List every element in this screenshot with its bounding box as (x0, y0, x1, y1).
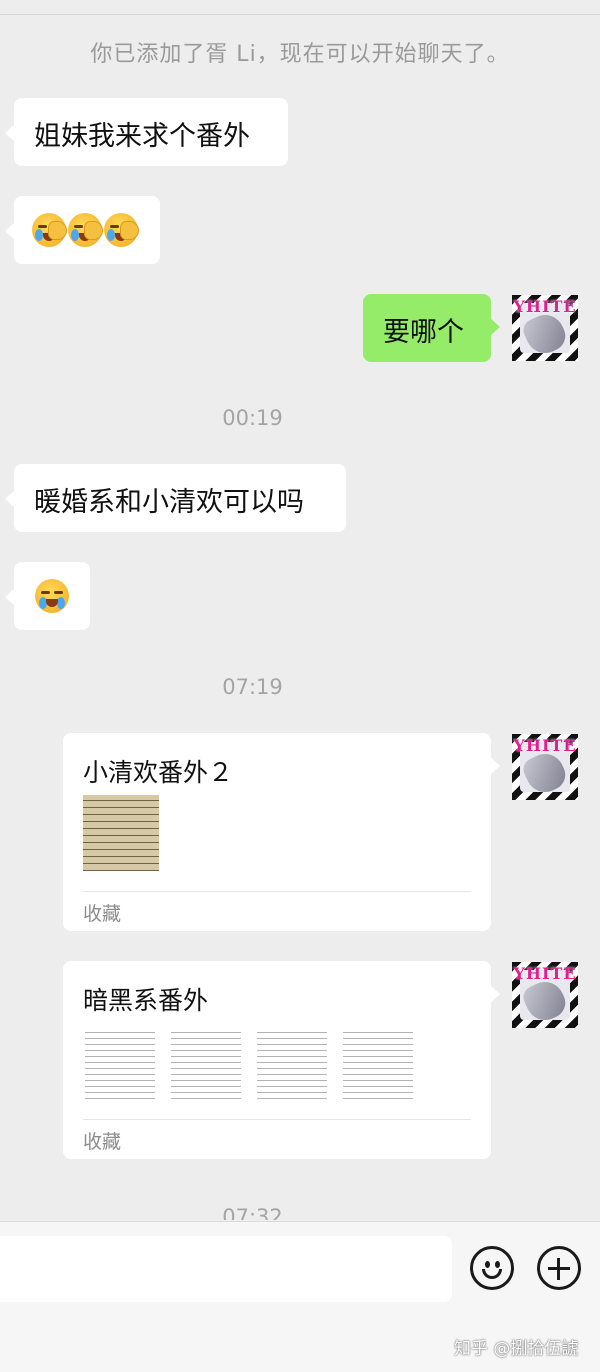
card-title: 暗黑系番外 (83, 986, 209, 1015)
card-source-label: 收藏 (83, 903, 122, 925)
timestamp: 07:19 (222, 675, 283, 699)
favorite-card-message[interactable]: 暗黑系番外 收藏 (63, 961, 500, 1159)
avatar[interactable]: YHITE (512, 962, 578, 1028)
card-thumbnail-image (171, 1027, 241, 1099)
more-button[interactable] (537, 1246, 581, 1290)
face-palm-crying-emoji-icon (68, 213, 103, 247)
message-bubble-outgoing[interactable]: 要哪个 (363, 294, 500, 362)
card-thumbnail-image (257, 1027, 327, 1099)
message-text: 姐妹我来求个番外 (34, 121, 250, 152)
face-palm-crying-emoji-icon (104, 213, 139, 247)
loudly-crying-emoji-icon (35, 579, 69, 613)
top-divider (0, 0, 600, 15)
message-bubble-emoji[interactable] (5, 562, 90, 630)
timestamp: 07:32 (222, 1205, 283, 1220)
avatar[interactable]: YHITE (512, 295, 578, 361)
card-thumbnail-image (83, 795, 159, 871)
message-bubble-incoming[interactable]: 暖婚系和小清欢可以吗 (5, 464, 346, 532)
message-bubble-emoji[interactable] (5, 196, 160, 264)
face-palm-crying-emoji-icon (32, 213, 67, 247)
timestamp: 00:19 (222, 406, 283, 430)
favorite-card-message[interactable]: 小清欢番外２ 收藏 (63, 733, 500, 931)
message-bubble-incoming[interactable]: 姐妹我来求个番外 (5, 98, 288, 166)
message-input[interactable] (0, 1236, 452, 1302)
message-text: 暖婚系和小清欢可以吗 (34, 487, 304, 518)
card-source-label: 收藏 (83, 1131, 122, 1153)
system-message: 你已添加了胥 Li，现在可以开始聊天了。 (90, 42, 510, 67)
card-thumbnail-image (85, 1027, 155, 1099)
message-text: 要哪个 (383, 317, 464, 348)
watermark: 知乎 @捌拾伍諕 (454, 1339, 579, 1359)
emoji-button[interactable] (470, 1246, 514, 1290)
card-thumbnail-image (343, 1027, 413, 1099)
avatar[interactable]: YHITE (512, 734, 578, 800)
card-title: 小清欢番外２ (83, 758, 234, 787)
